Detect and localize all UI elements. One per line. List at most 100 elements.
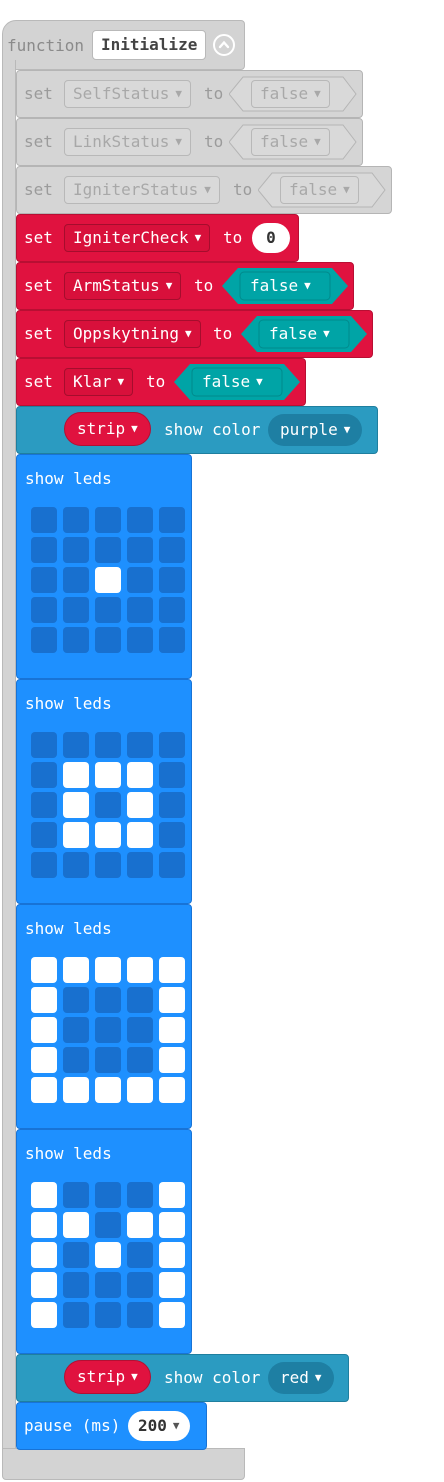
led-cell[interactable] [159,507,185,533]
led-cell[interactable] [127,957,153,983]
led-cell[interactable] [127,567,153,593]
led-cell[interactable] [31,987,57,1013]
led-cell[interactable] [127,732,153,758]
led-cell[interactable] [63,507,89,533]
false-value-klar[interactable]: false ▼ [174,364,300,400]
false-value-linkstatus[interactable]: false ▼ [228,124,357,160]
false-value-armstatus[interactable]: false ▼ [222,268,348,304]
led-cell[interactable] [159,1077,185,1103]
led-cell[interactable] [159,537,185,563]
led-cell[interactable] [127,507,153,533]
led-cell[interactable] [95,1017,121,1043]
led-cell[interactable] [159,732,185,758]
show-leds-block[interactable]: show leds [16,454,192,679]
function-name-field[interactable]: Initialize [92,30,207,60]
number-input-ignitercheck[interactable]: 0 [252,223,290,253]
led-cell[interactable] [31,627,57,653]
false-value-oppskytning[interactable]: false ▼ [241,316,367,352]
led-cell[interactable] [95,852,121,878]
led-cell[interactable] [63,1047,89,1073]
led-cell[interactable] [63,792,89,818]
led-cell[interactable] [127,792,153,818]
led-cell[interactable] [95,1077,121,1103]
led-cell[interactable] [127,1077,153,1103]
led-cell[interactable] [31,762,57,788]
led-cell[interactable] [63,762,89,788]
color-dropdown-purple[interactable]: purple ▼ [268,414,363,446]
led-cell[interactable] [159,1272,185,1298]
led-cell[interactable] [159,1212,185,1238]
led-cell[interactable] [159,987,185,1013]
show-leds-block[interactable]: show leds [16,904,192,1129]
led-cell[interactable] [63,537,89,563]
led-cell[interactable] [31,1017,57,1043]
led-cell[interactable] [159,852,185,878]
led-cell[interactable] [63,987,89,1013]
led-cell[interactable] [127,1182,153,1208]
led-cell[interactable] [31,852,57,878]
led-cell[interactable] [127,852,153,878]
led-cell[interactable] [95,537,121,563]
led-cell[interactable] [63,1302,89,1328]
led-cell[interactable] [63,1272,89,1298]
led-cell[interactable] [31,597,57,623]
led-cell[interactable] [95,1182,121,1208]
led-cell[interactable] [127,822,153,848]
led-cell[interactable] [63,1017,89,1043]
variable-dropdown-igniterstatus[interactable]: IgniterStatus ▼ [64,176,220,204]
led-cell[interactable] [95,732,121,758]
led-cell[interactable] [95,792,121,818]
led-cell[interactable] [31,957,57,983]
show-leds-block[interactable]: show leds [16,679,192,904]
led-cell[interactable] [95,762,121,788]
variable-dropdown-linkstatus[interactable]: LinkStatus ▼ [64,128,191,156]
led-cell[interactable] [159,1047,185,1073]
led-cell[interactable] [95,987,121,1013]
led-cell[interactable] [127,1017,153,1043]
led-cell[interactable] [127,762,153,788]
led-cell[interactable] [31,537,57,563]
led-cell[interactable] [159,567,185,593]
false-value-selfstatus[interactable]: false ▼ [228,76,357,112]
led-cell[interactable] [63,567,89,593]
led-cell[interactable] [127,1212,153,1238]
collapse-arrow-icon[interactable] [213,34,235,56]
led-cell[interactable] [31,507,57,533]
variable-dropdown-ignitercheck[interactable]: IgniterCheck ▼ [64,224,211,252]
false-value-igniterstatus[interactable]: false ▼ [257,172,386,208]
led-cell[interactable] [95,567,121,593]
led-cell[interactable] [31,1302,57,1328]
led-cell[interactable] [31,792,57,818]
show-leds-block[interactable]: show leds [16,1129,192,1354]
led-cell[interactable] [95,1242,121,1268]
led-cell[interactable] [31,732,57,758]
led-cell[interactable] [95,1212,121,1238]
led-cell[interactable] [159,597,185,623]
variable-dropdown-klar[interactable]: Klar ▼ [64,368,134,396]
led-cell[interactable] [63,1212,89,1238]
led-cell[interactable] [63,1182,89,1208]
color-dropdown-red[interactable]: red ▼ [268,1362,334,1394]
led-cell[interactable] [31,1047,57,1073]
led-cell[interactable] [95,822,121,848]
led-cell[interactable] [31,822,57,848]
variable-dropdown-selfstatus[interactable]: SelfStatus ▼ [64,80,191,108]
led-cell[interactable] [159,792,185,818]
pause-duration-dropdown[interactable]: 200 ▼ [128,1411,190,1441]
led-cell[interactable] [127,987,153,1013]
led-cell[interactable] [63,1077,89,1103]
led-cell[interactable] [63,852,89,878]
led-cell[interactable] [31,1212,57,1238]
variable-dropdown-oppskytning[interactable]: Oppskytning ▼ [64,320,201,348]
strip-variable-dropdown[interactable]: strip ▼ [64,1360,151,1394]
led-cell[interactable] [31,1272,57,1298]
led-cell[interactable] [95,597,121,623]
led-cell[interactable] [31,1242,57,1268]
led-cell[interactable] [95,1047,121,1073]
led-cell[interactable] [63,732,89,758]
led-cell[interactable] [95,1302,121,1328]
led-cell[interactable] [95,957,121,983]
led-cell[interactable] [31,1077,57,1103]
led-cell[interactable] [31,567,57,593]
variable-dropdown-armstatus[interactable]: ArmStatus ▼ [64,272,182,300]
